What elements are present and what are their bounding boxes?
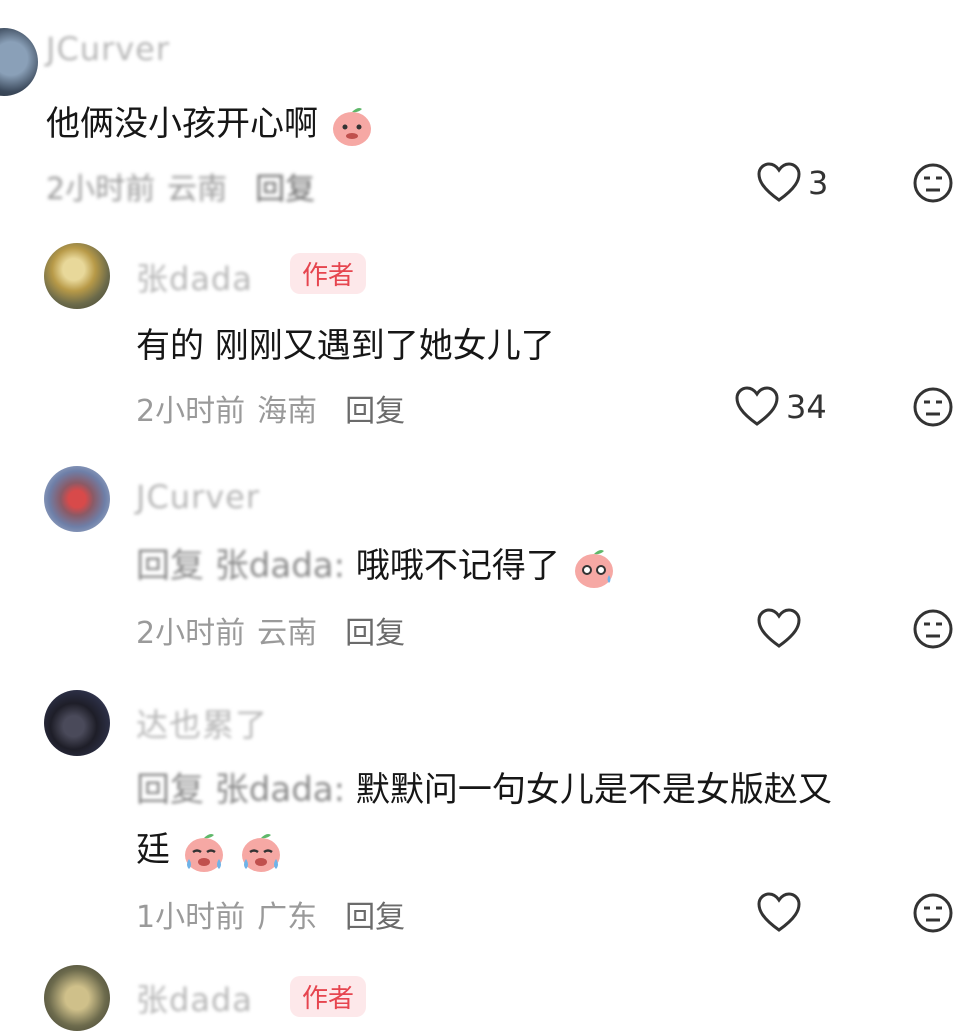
heart-icon (757, 608, 801, 648)
reply-button[interactable]: 回复 (345, 900, 405, 935)
author-badge: 作者 (290, 976, 367, 1017)
comment-time: 2小时前 (46, 172, 156, 207)
comment-username[interactable]: 达也累了 (136, 700, 268, 746)
dislike-face-icon[interactable] (912, 608, 954, 650)
comment-username[interactable]: 张dada (136, 975, 253, 1021)
like-count: 3 (808, 164, 829, 202)
comment-body: 他俩没小孩开心啊 (46, 104, 318, 144)
heart-icon (757, 162, 801, 202)
comment-username[interactable]: JCurver (136, 478, 260, 516)
comment-text: 有的 刚刚又遇到了她女儿了 (136, 326, 555, 366)
reply-button[interactable]: 回复 (345, 394, 405, 429)
author-badge: 作者 (290, 253, 367, 294)
peach-shy-emoji-icon (332, 107, 371, 146)
comment-text: 回复 张dada: 哦哦不记得了 (136, 538, 617, 591)
comment-meta: 1小时前 广东 回复 (136, 892, 405, 936)
comment-text: 他俩没小孩开心啊 (46, 96, 375, 149)
like-button[interactable] (756, 608, 802, 650)
dislike-face-icon[interactable] (912, 386, 954, 428)
comment-region: 海南 (257, 394, 318, 429)
comment-region: 云南 (167, 172, 228, 207)
peach-sweat-emoji-icon (574, 549, 613, 588)
comment-region: 云南 (257, 616, 318, 651)
avatar[interactable] (44, 466, 110, 532)
comment-time: 1小时前 (136, 900, 246, 935)
reply-button[interactable]: 回复 (345, 616, 405, 651)
comment-body: 哦哦不记得了 (345, 546, 560, 586)
comment-region: 广东 (257, 900, 318, 935)
comment-time: 2小时前 (136, 616, 246, 651)
avatar[interactable] (44, 690, 110, 756)
avatar[interactable] (0, 28, 38, 96)
reply-prefix[interactable]: 回复 张dada: (136, 770, 345, 810)
like-button[interactable]: 3 (756, 162, 828, 204)
like-button[interactable] (756, 892, 802, 934)
reply-prefix[interactable]: 回复 张dada: (136, 546, 345, 586)
comment-meta: 2小时前 海南 回复 (136, 386, 405, 430)
dislike-face-icon[interactable] (912, 892, 954, 934)
comment-username[interactable]: JCurver (46, 30, 170, 68)
reply-button[interactable]: 回复 (255, 172, 315, 207)
like-button[interactable]: 34 (734, 386, 827, 428)
dislike-face-icon[interactable] (912, 162, 954, 204)
comment-body-line2: 廷 (136, 830, 170, 870)
heart-icon (757, 892, 801, 932)
peach-crying-emoji-icon (184, 833, 223, 872)
comment-text: 回复 张dada: 默默问一句女儿是不是女版赵又 (136, 762, 832, 811)
comment-time: 2小时前 (136, 394, 246, 429)
peach-crying-emoji-icon (241, 833, 280, 872)
comment-meta: 2小时前 云南 回复 (136, 608, 405, 652)
like-count: 34 (786, 388, 827, 426)
comment-meta: 2小时前 云南 回复 (46, 164, 315, 208)
comment-text-line2: 廷 (136, 822, 284, 875)
comment-username[interactable]: 张dada (136, 254, 253, 300)
avatar[interactable] (44, 243, 110, 309)
avatar[interactable] (44, 965, 110, 1031)
comment-body: 默默问一句女儿是不是女版赵又 (345, 770, 832, 810)
heart-icon (735, 386, 779, 426)
